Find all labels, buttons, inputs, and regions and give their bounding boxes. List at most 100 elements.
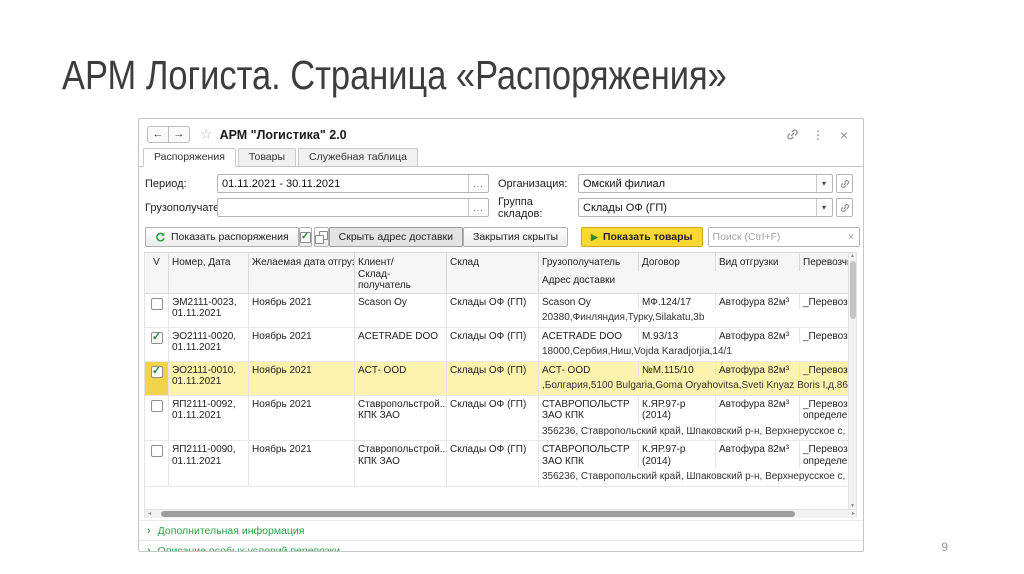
forward-button[interactable]: → [168,126,190,143]
cell-desired-date[interactable]: Ноябрь 2021 [249,327,355,361]
cell-client[interactable]: Ставропольстрой... КПК ЗАО [355,395,447,440]
cell-warehouse[interactable]: Склады ОФ (ГП) [447,441,539,486]
search-box[interactable]: × [707,227,860,247]
table-row[interactable]: ЯП2111-0092, 01.11.2021 Ноябрь 2021 Став… [145,395,848,441]
period-input[interactable] [218,177,468,190]
organization-open-button[interactable] [836,174,853,193]
uncheck-all-button[interactable] [313,227,329,247]
organization-dropdown-icon[interactable]: ▾ [816,175,832,192]
table-row[interactable]: ЯП2111-0090, 01.11.2021 Ноябрь 2021 Став… [145,441,848,487]
cell-number[interactable]: ЯП2111-0092, 01.11.2021 [169,395,249,440]
cell-desired-date[interactable]: Ноябрь 2021 [249,293,355,327]
cell-client[interactable]: Ставропольстрой... КПК ЗАО [355,441,447,486]
header-contract[interactable]: Договор [639,253,716,272]
row-checkbox[interactable]: ✓ [150,365,163,378]
cell-address[interactable]: 356236, Ставропольский край, Шпаковский … [539,423,848,441]
cell-number[interactable]: ЯП2111-0090, 01.11.2021 [169,441,249,486]
cell-contract[interactable]: №М.115/10 [639,361,716,377]
header-check[interactable]: V [145,253,169,293]
row-checkbox[interactable] [150,399,163,412]
warehouse-group-dropdown-icon[interactable]: ▾ [816,199,832,216]
consignees-field[interactable]: ... [217,198,489,217]
tab-service-table[interactable]: Служебная таблица [298,148,419,167]
organization-input[interactable] [579,177,816,190]
row-checkbox[interactable] [150,297,163,310]
cell-shipment-type[interactable]: Автофура 82м³ [716,441,800,468]
cell-client[interactable]: ACT- OOD [355,361,447,395]
favorite-star-icon[interactable]: ☆ [200,126,213,143]
cell-address[interactable]: ,Болгария,5100 Bulgaria,Goma Oryahovitsa… [539,377,848,395]
search-input[interactable] [708,231,844,243]
cell-desired-date[interactable]: Ноябрь 2021 [249,395,355,440]
table-row-selected[interactable]: ✓ ЭО2111-0010, 01.11.2021 Ноябрь 2021 AC… [145,361,848,396]
row-checkbox[interactable] [150,445,163,457]
cell-client[interactable]: Scason Oy [355,293,447,327]
row-checkbox[interactable]: ✓ [150,331,163,344]
cell-consignee[interactable]: ACT- OOD [539,361,639,377]
cell-carrier[interactable]: _Перевозч [800,362,848,378]
cell-number[interactable]: ЭО2111-0010, 01.11.2021 [169,361,249,395]
cell-shipment-type[interactable]: Автофура 82м³ [716,395,800,423]
cell-contract[interactable]: К.ЯР.97-р (2014) [639,395,716,423]
horizontal-scrollbar[interactable]: ◂ ▸ [145,509,856,518]
header-number[interactable]: Номер, Дата [169,253,249,293]
show-orders-button[interactable]: Показать распоряжения [145,227,299,247]
table-row[interactable]: ✓ ЭО2111-0020, 01.11.2021 Ноябрь 2021 AC… [145,327,848,362]
cell-contract[interactable]: МФ.124/17 [639,293,716,309]
cell-client[interactable]: ACETRADE DOO [355,327,447,361]
check-all-button[interactable]: ✓ [298,227,312,247]
header-warehouse[interactable]: Склад [447,253,539,293]
cell-desired-date[interactable]: Ноябрь 2021 [249,441,355,486]
cell-consignee[interactable]: ACETRADE DOO [539,327,639,343]
warehouse-group-open-button[interactable] [836,198,853,217]
tab-goods[interactable]: Товары [237,148,297,167]
cell-carrier[interactable]: _Перевозч [800,328,848,344]
cell-address[interactable]: 356236, Ставропольский край, Шпаковский … [539,468,848,486]
warehouse-group-field[interactable]: ▾ [578,198,833,217]
header-consignee[interactable]: Грузополучатель [539,253,639,272]
consignees-choose-button[interactable]: ... [468,199,488,216]
scroll-up-icon[interactable]: ▲ [849,253,856,260]
search-clear-icon[interactable]: × [844,232,859,243]
cell-carrier[interactable]: _Перевозч определен [800,396,848,423]
show-goods-button[interactable]: ▶ Показать товары [581,227,703,247]
header-shipment-type[interactable]: Вид отгрузки [716,253,800,272]
cell-address[interactable]: 18000,Сербия,Ниш,Vojda Karadjorjia,14/1 [539,343,848,361]
cell-warehouse[interactable]: Склады ОФ (ГП) [447,293,539,327]
header-desired-date[interactable]: Желаемая дата отгрузки [249,253,355,293]
more-menu-icon[interactable]: ⋮ [809,126,827,144]
cell-contract[interactable]: М.93/13 [639,327,716,343]
section-additional-info[interactable]: › Дополнительная информация [139,520,863,540]
table-row[interactable]: ЭМ2111-0023, 01.11.2021 Ноябрь 2021 Scas… [145,293,848,328]
consignees-input[interactable] [218,201,468,214]
section-special-conditions[interactable]: › Описание особых условий перевозки [139,540,863,551]
cell-consignee[interactable]: Scason Oy [539,293,639,309]
cell-shipment-type[interactable]: Автофура 82м³ [716,361,800,377]
back-button[interactable]: ← [147,126,169,143]
cell-number[interactable]: ЭО2111-0020, 01.11.2021 [169,327,249,361]
horizontal-scroll-thumb[interactable] [161,511,795,517]
header-address[interactable]: Адрес доставки [539,271,848,292]
cell-warehouse[interactable]: Склады ОФ (ГП) [447,327,539,361]
scroll-right-icon[interactable]: ▸ [852,511,855,518]
cell-consignee[interactable]: СТАВРОПОЛЬСТР ЗАО КПК [539,395,639,423]
cell-contract[interactable]: К.ЯР.97-р (2014) [639,441,716,468]
cell-shipment-type[interactable]: Автофура 82м³ [716,293,800,309]
warehouse-group-input[interactable] [579,201,816,214]
header-client[interactable]: Клиент/ Склад-получатель [355,253,447,293]
cell-carrier[interactable]: _Перевозч определен [800,441,848,468]
cell-consignee[interactable]: СТАВРОПОЛЬСТР ЗАО КПК [539,441,639,468]
closures-hidden-button[interactable]: Закрытия скрыты [463,227,569,247]
period-field[interactable]: ... [217,174,489,193]
cell-number[interactable]: ЭМ2111-0023, 01.11.2021 [169,293,249,327]
cell-shipment-type[interactable]: Автофура 82м³ [716,327,800,343]
cell-warehouse[interactable]: Склады ОФ (ГП) [447,395,539,440]
tab-orders[interactable]: Распоряжения [143,148,236,167]
close-icon[interactable]: × [835,126,853,144]
header-carrier[interactable]: Перевозчик [800,253,848,271]
link-icon[interactable] [783,126,801,144]
vertical-scrollbar[interactable]: ▲ ▼ [848,253,856,510]
scroll-left-icon[interactable]: ◂ [148,511,151,518]
vertical-scroll-thumb[interactable] [850,261,856,319]
organization-field[interactable]: ▾ [578,174,833,193]
